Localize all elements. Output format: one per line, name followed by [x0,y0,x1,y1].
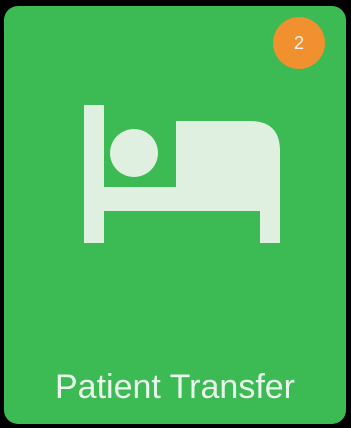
bed-icon [84,105,280,243]
tile-label: Patient Transfer [54,368,295,406]
notification-badge: 2 [273,17,325,69]
patient-transfer-tile[interactable]: 2 Patient Transfer [4,6,346,424]
